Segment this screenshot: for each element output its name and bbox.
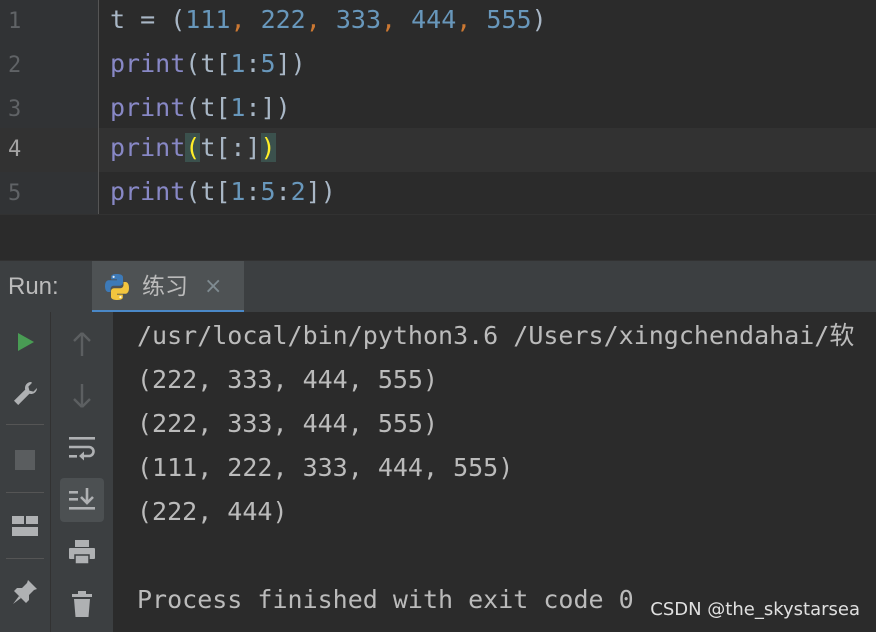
matched-brace: ) (260, 133, 276, 162)
line-number: 4 (8, 137, 22, 162)
printer-icon (69, 540, 95, 565)
toolbar-divider (6, 492, 44, 493)
next-occurrence-button[interactable] (60, 374, 104, 418)
arrow-up-icon (73, 332, 91, 356)
console-line: Process finished with exit code 0 (137, 585, 634, 614)
close-icon[interactable]: × (204, 261, 222, 313)
line-number: 3 (8, 97, 22, 122)
console-output[interactable]: /usr/local/bin/python3.6 /Users/xingchen… (113, 312, 876, 632)
watermark: CSDN @the_skystarsea (650, 599, 860, 620)
code-text[interactable]: t = (111, 222, 333, 444, 555) (110, 0, 547, 44)
console-line: /usr/local/bin/python3.6 /Users/xingchen… (137, 321, 855, 350)
console-line: (111, 222, 333, 444, 555) (137, 453, 514, 482)
python-icon (105, 274, 129, 300)
gutter-divider (98, 0, 99, 214)
editor-empty-area[interactable] (0, 214, 876, 261)
code-editor[interactable]: 1 t = (111, 222, 333, 444, 555) 2 print(… (0, 0, 876, 214)
matched-brace: ( (185, 133, 201, 162)
line-number: 1 (8, 9, 22, 34)
soft-wrap-button[interactable] (60, 426, 104, 470)
code-text[interactable]: print(t[1:5:2]) (110, 172, 336, 216)
code-text[interactable]: print(t[:]) (110, 128, 276, 172)
code-line[interactable]: 5 print(t[1:5:2]) (0, 172, 876, 216)
scroll-to-end-button[interactable] (60, 478, 104, 522)
code-text[interactable]: print(t[1:5]) (110, 44, 306, 88)
console-line: (222, 333, 444, 555) (137, 409, 439, 438)
code-line[interactable]: 1 t = (111, 222, 333, 444, 555) (0, 0, 876, 44)
run-label: Run: (8, 273, 59, 300)
pin-icon (13, 580, 37, 604)
code-line[interactable]: 3 print(t[1:]) (0, 88, 876, 132)
run-toolbar-primary (0, 312, 50, 632)
previous-occurrence-button[interactable] (60, 322, 104, 366)
settings-button[interactable] (3, 372, 47, 416)
rerun-button[interactable] (3, 320, 47, 364)
run-toolbar-secondary (50, 312, 114, 632)
scroll-to-end-icon (69, 488, 95, 510)
layout-button[interactable] (3, 504, 47, 548)
trash-icon (72, 591, 92, 617)
code-line-current[interactable]: 4 print(t[:]) (0, 128, 876, 172)
stop-button[interactable] (3, 438, 47, 482)
arrow-down-icon (73, 384, 91, 408)
console-line: (222, 444) (137, 497, 288, 526)
stop-icon (15, 450, 35, 470)
run-tab[interactable]: 练习 × (92, 261, 244, 313)
wrench-icon (14, 381, 38, 405)
console-line: (222, 333, 444, 555) (137, 365, 439, 394)
run-tab-label: 练习 (142, 274, 188, 300)
line-number: 5 (8, 181, 22, 206)
layout-icon (12, 516, 38, 536)
line-number: 2 (8, 53, 22, 78)
code-text[interactable]: print(t[1:]) (110, 88, 291, 132)
clear-all-button[interactable] (60, 582, 104, 626)
toolbar-divider (6, 424, 44, 425)
toolbar-divider (6, 558, 44, 559)
code-line[interactable]: 2 print(t[1:5]) (0, 44, 876, 88)
pin-tab-button[interactable] (3, 570, 47, 614)
play-icon (18, 333, 34, 351)
run-tool-window-header: Run: 练习 × (0, 260, 876, 313)
soft-wrap-icon (69, 437, 95, 461)
print-button[interactable] (60, 530, 104, 574)
